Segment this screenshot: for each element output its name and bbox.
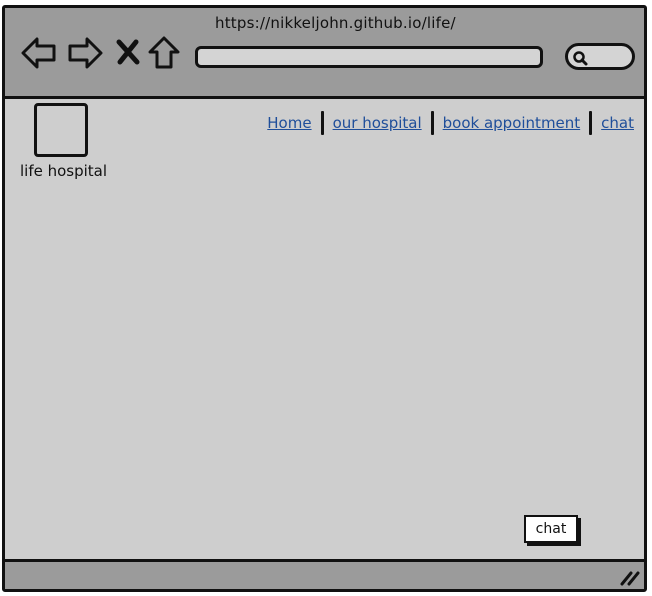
top-nav: Home our hospital book appointment chat xyxy=(267,111,634,135)
search-input[interactable] xyxy=(565,43,635,70)
nav-divider xyxy=(430,111,434,135)
chat-button[interactable]: chat xyxy=(524,515,578,543)
close-icon[interactable] xyxy=(115,36,141,70)
site-title: life hospital xyxy=(20,162,108,180)
nav-link-our-hospital[interactable]: our hospital xyxy=(333,114,422,132)
nav-divider xyxy=(589,111,593,135)
browser-window: https://nikkeljohn.github.io/life/ life … xyxy=(2,5,647,592)
browser-toolbar: https://nikkeljohn.github.io/life/ xyxy=(5,8,644,99)
address-bar[interactable] xyxy=(195,46,543,68)
arrow-left-icon[interactable] xyxy=(21,36,57,70)
logo-placeholder xyxy=(34,103,88,157)
home-icon[interactable] xyxy=(148,36,180,70)
search-icon xyxy=(573,51,588,66)
resize-handle-icon[interactable] xyxy=(620,570,640,586)
arrow-right-icon[interactable] xyxy=(67,36,103,70)
nav-link-home[interactable]: Home xyxy=(267,114,311,132)
nav-link-chat[interactable]: chat xyxy=(601,114,634,132)
status-bar xyxy=(5,559,644,589)
nav-divider xyxy=(320,111,324,135)
nav-link-book-appointment[interactable]: book appointment xyxy=(443,114,581,132)
url-text: https://nikkeljohn.github.io/life/ xyxy=(215,14,456,32)
